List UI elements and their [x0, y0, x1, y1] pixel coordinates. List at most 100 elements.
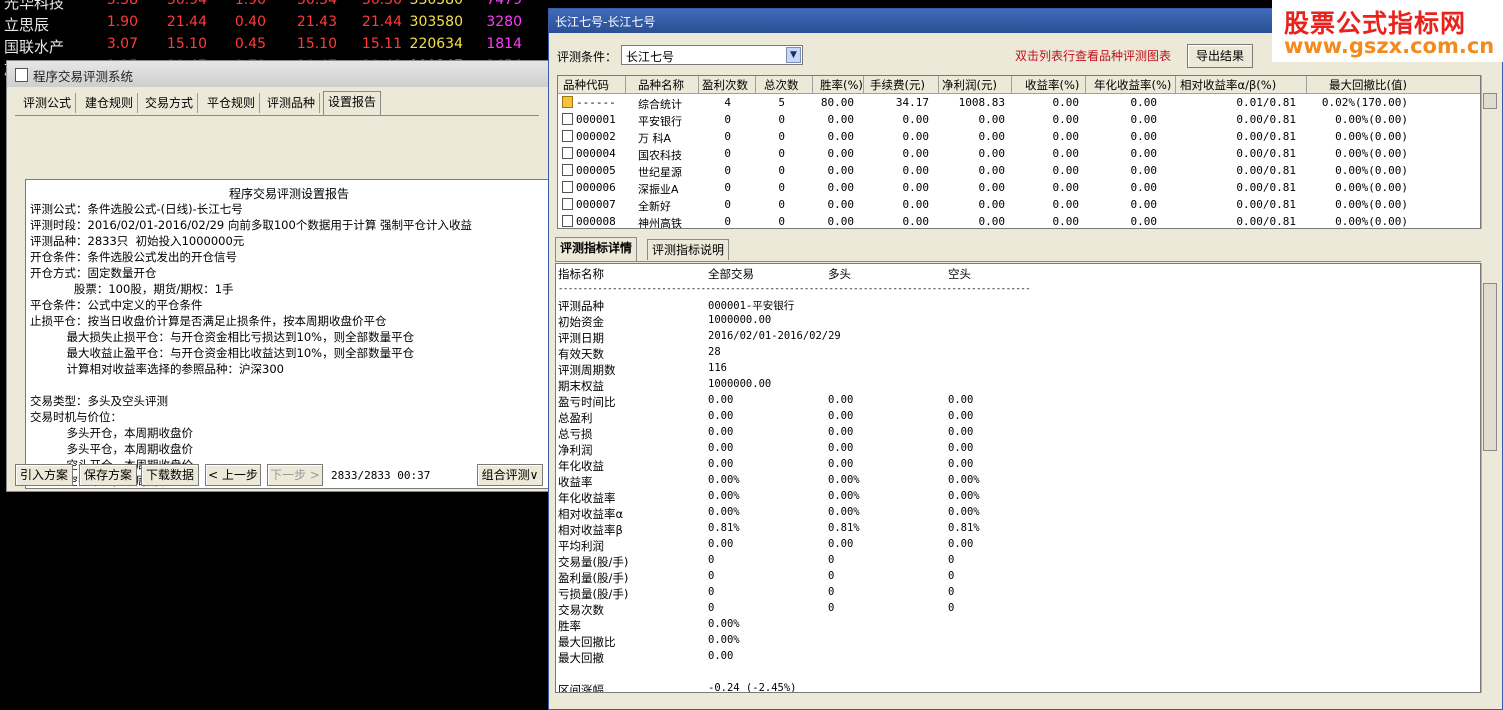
detail-cell: 0.00 [708, 442, 734, 454]
import-plan-button[interactable]: 引入方案 [15, 464, 73, 486]
detail-cell: 0 [828, 586, 835, 598]
column-header[interactable]: 净利润(元) [942, 77, 997, 93]
results-table-header: 品种代码 品种名称 盈利次数 总次数 胜率(%) 手续费(元) 净利润(元) 收益率(%) 年化… [558, 76, 1480, 94]
chevron-down-icon[interactable]: ▼ [786, 47, 801, 63]
column-header[interactable]: 收益率(%) [1025, 77, 1079, 93]
export-results-button[interactable]: 导出结果 [1187, 44, 1253, 68]
cell-ret: 0.00 [1052, 215, 1080, 228]
combo-test-button[interactable]: 组合评测∨ [477, 464, 543, 486]
quote-row[interactable]: 立思辰 1.90 21.44 0.40 21.43 21.44 303580 3280 [0, 12, 560, 34]
condition-select[interactable]: 长江七号 ▼ [621, 45, 803, 65]
cell-win: 0 [724, 164, 731, 177]
quote-cell: 220634 [409, 36, 463, 52]
prev-step-button[interactable]: < 上一步 [205, 464, 261, 486]
detail-cell: 0.81% [828, 522, 860, 534]
detail-cell: 0.00% [708, 506, 740, 518]
quote-cell: 15.10 [296, 36, 337, 52]
cell-rate: 0.00 [827, 181, 855, 194]
detail-cell: 评测周期数 [558, 363, 616, 377]
left-title-bar: 程序交易评测系统 [7, 61, 549, 87]
cell-rate: 0.00 [827, 130, 855, 143]
site-logo: 股票公式指标网 www.gszx.com.cn [1272, 0, 1503, 62]
column-header[interactable]: 盈利次数 [702, 77, 748, 93]
table-row[interactable]: 000007 全新好 0 0 0.00 0.00 0.00 0.00 0.00 0.00/0.81… [558, 196, 1480, 213]
quote-cell: 0.40 [234, 14, 266, 30]
detail-header-cell: 指标名称 [558, 267, 604, 281]
table-row[interactable]: 000001 平安银行 0 0 0.00 0.00 0.00 0.00 0.00 0.00/0.8… [558, 111, 1480, 128]
report-line: 最大收益止盈平仓：与开仓资金相比收益达到10%，则全部数量平仓 [30, 346, 415, 360]
cell-dd: 0.00%(0.00) [1335, 113, 1408, 126]
table-row[interactable]: 000006 深振业A 0 0 0.00 0.00 0.00 0.00 0.00 0.00/0.8… [558, 179, 1480, 196]
quote-row[interactable]: 国联水产 3.07 15.10 0.45 15.10 15.11 220634 1814 [0, 34, 560, 56]
tab-left-3[interactable]: 平仓规则 [203, 93, 261, 113]
column-header[interactable]: 胜率(%) [820, 77, 863, 93]
next-step-button[interactable]: 下一步 > [267, 464, 323, 486]
tab-left-5[interactable]: 设置报告 [323, 91, 382, 115]
cell-dd: 0.00%(0.00) [1335, 215, 1408, 228]
cell-code: 000002 [576, 130, 616, 143]
right-window-title: 长江七号-长江七号 [555, 15, 656, 29]
column-divider [625, 76, 626, 93]
results-scrollbar[interactable] [1481, 75, 1498, 229]
column-header[interactable]: 总次数 [764, 77, 799, 93]
report-line: 交易时机与价位： [30, 410, 122, 424]
quote-row[interactable]: 光华科技 5.38 30.94 1.90 30.54 30.30 330580 7479 [0, 0, 560, 12]
detail-cell: 0.00 [708, 394, 734, 406]
save-plan-button[interactable]: 保存方案 [79, 464, 137, 486]
detail-cell: 0 [828, 554, 835, 566]
table-row[interactable]: 000002 万 科A 0 0 0.00 0.00 0.00 0.00 0.00 0.00/0.8… [558, 128, 1480, 145]
tab-indicator-details[interactable]: 评测指标详情 [555, 237, 638, 261]
detail-cell: 0 [948, 570, 955, 582]
quote-cell: 30.30 [361, 0, 402, 8]
report-line: 开仓条件：条件选股公式发出的开仓信号 [30, 250, 237, 264]
tab-left-0[interactable]: 评测公式 [19, 93, 77, 113]
detail-cell: 0.00 [948, 394, 974, 406]
detail-cell: 0.00 [828, 426, 854, 438]
results-scroll-thumb[interactable] [1483, 93, 1497, 109]
table-row[interactable]: 000005 世纪星源 0 0 0.00 0.00 0.00 0.00 0.00 0.00/0.8… [558, 162, 1480, 179]
column-header[interactable]: 品种代码 [563, 77, 609, 93]
detail-cell: 0.00% [828, 506, 860, 518]
cell-rel: 0.00/0.81 [1236, 215, 1296, 228]
cell-code: 000004 [576, 147, 616, 160]
cell-name: 综合统计 [638, 98, 682, 111]
column-header[interactable]: 手续费(元) [870, 77, 925, 93]
tab-indicator-help[interactable]: 评测指标说明 [647, 239, 730, 260]
tab-left-4[interactable]: 评测品种 [263, 93, 321, 113]
detail-cell: 0.00 [948, 442, 974, 454]
detail-scroll-thumb[interactable] [1483, 283, 1497, 451]
cell-win: 0 [724, 130, 731, 143]
cell-name: 深振业A [638, 183, 679, 196]
detail-divider: ----------------------------------------… [558, 284, 1031, 294]
tab-left-1[interactable]: 建仓规则 [81, 93, 139, 113]
quote-cell: 1.90 [234, 0, 266, 8]
detail-cell: 初始资金 [558, 315, 604, 329]
double-click-hint: 双击列表行查看品种评测图表 [1015, 49, 1172, 63]
column-divider [938, 76, 939, 93]
tab-left-2[interactable]: 交易方式 [141, 93, 199, 113]
cell-code: 000006 [576, 181, 616, 194]
column-header[interactable]: 年化收益率(%) [1094, 77, 1171, 93]
cell-profit: 0.00 [978, 198, 1006, 211]
quote-cell: 303580 [409, 14, 463, 30]
cell-annual: 0.00 [1130, 198, 1158, 211]
report-line: 交易类型：多头及空头评测 [30, 394, 168, 408]
detail-cell: 总亏损 [558, 427, 593, 441]
cell-annual: 0.00 [1130, 215, 1158, 228]
document-icon [562, 198, 573, 210]
column-header[interactable]: 相对收益率α/β(%) [1180, 77, 1276, 93]
detail-cell: 0.00 [828, 410, 854, 422]
table-row[interactable]: 000008 神州高铁 0 0 0.00 0.00 0.00 0.00 0.00 0.00/0.8… [558, 213, 1480, 228]
detail-cell: 0.00% [828, 474, 860, 486]
table-row[interactable]: ------ 综合统计 4 5 80.00 34.17 1008.83 0.00 0.00 0.0… [558, 94, 1480, 111]
detail-cell: 0.00% [828, 490, 860, 502]
table-row[interactable]: 000004 国农科技 0 0 0.00 0.00 0.00 0.00 0.00 0.00/0.8… [558, 145, 1480, 162]
cell-rate: 0.00 [827, 147, 855, 160]
detail-cell: 0.00 [708, 426, 734, 438]
detail-scrollbar[interactable] [1481, 263, 1498, 693]
report-line: 评测时段：2016/02/01-2016/02/29 向前多取100个数据用于计… [30, 218, 472, 232]
column-header[interactable]: 品种名称 [638, 77, 684, 93]
column-header[interactable]: 最大回撤比(值) [1329, 77, 1407, 93]
download-data-button[interactable]: 下载数据 [141, 464, 199, 486]
detail-cell: 0.00% [708, 618, 740, 630]
